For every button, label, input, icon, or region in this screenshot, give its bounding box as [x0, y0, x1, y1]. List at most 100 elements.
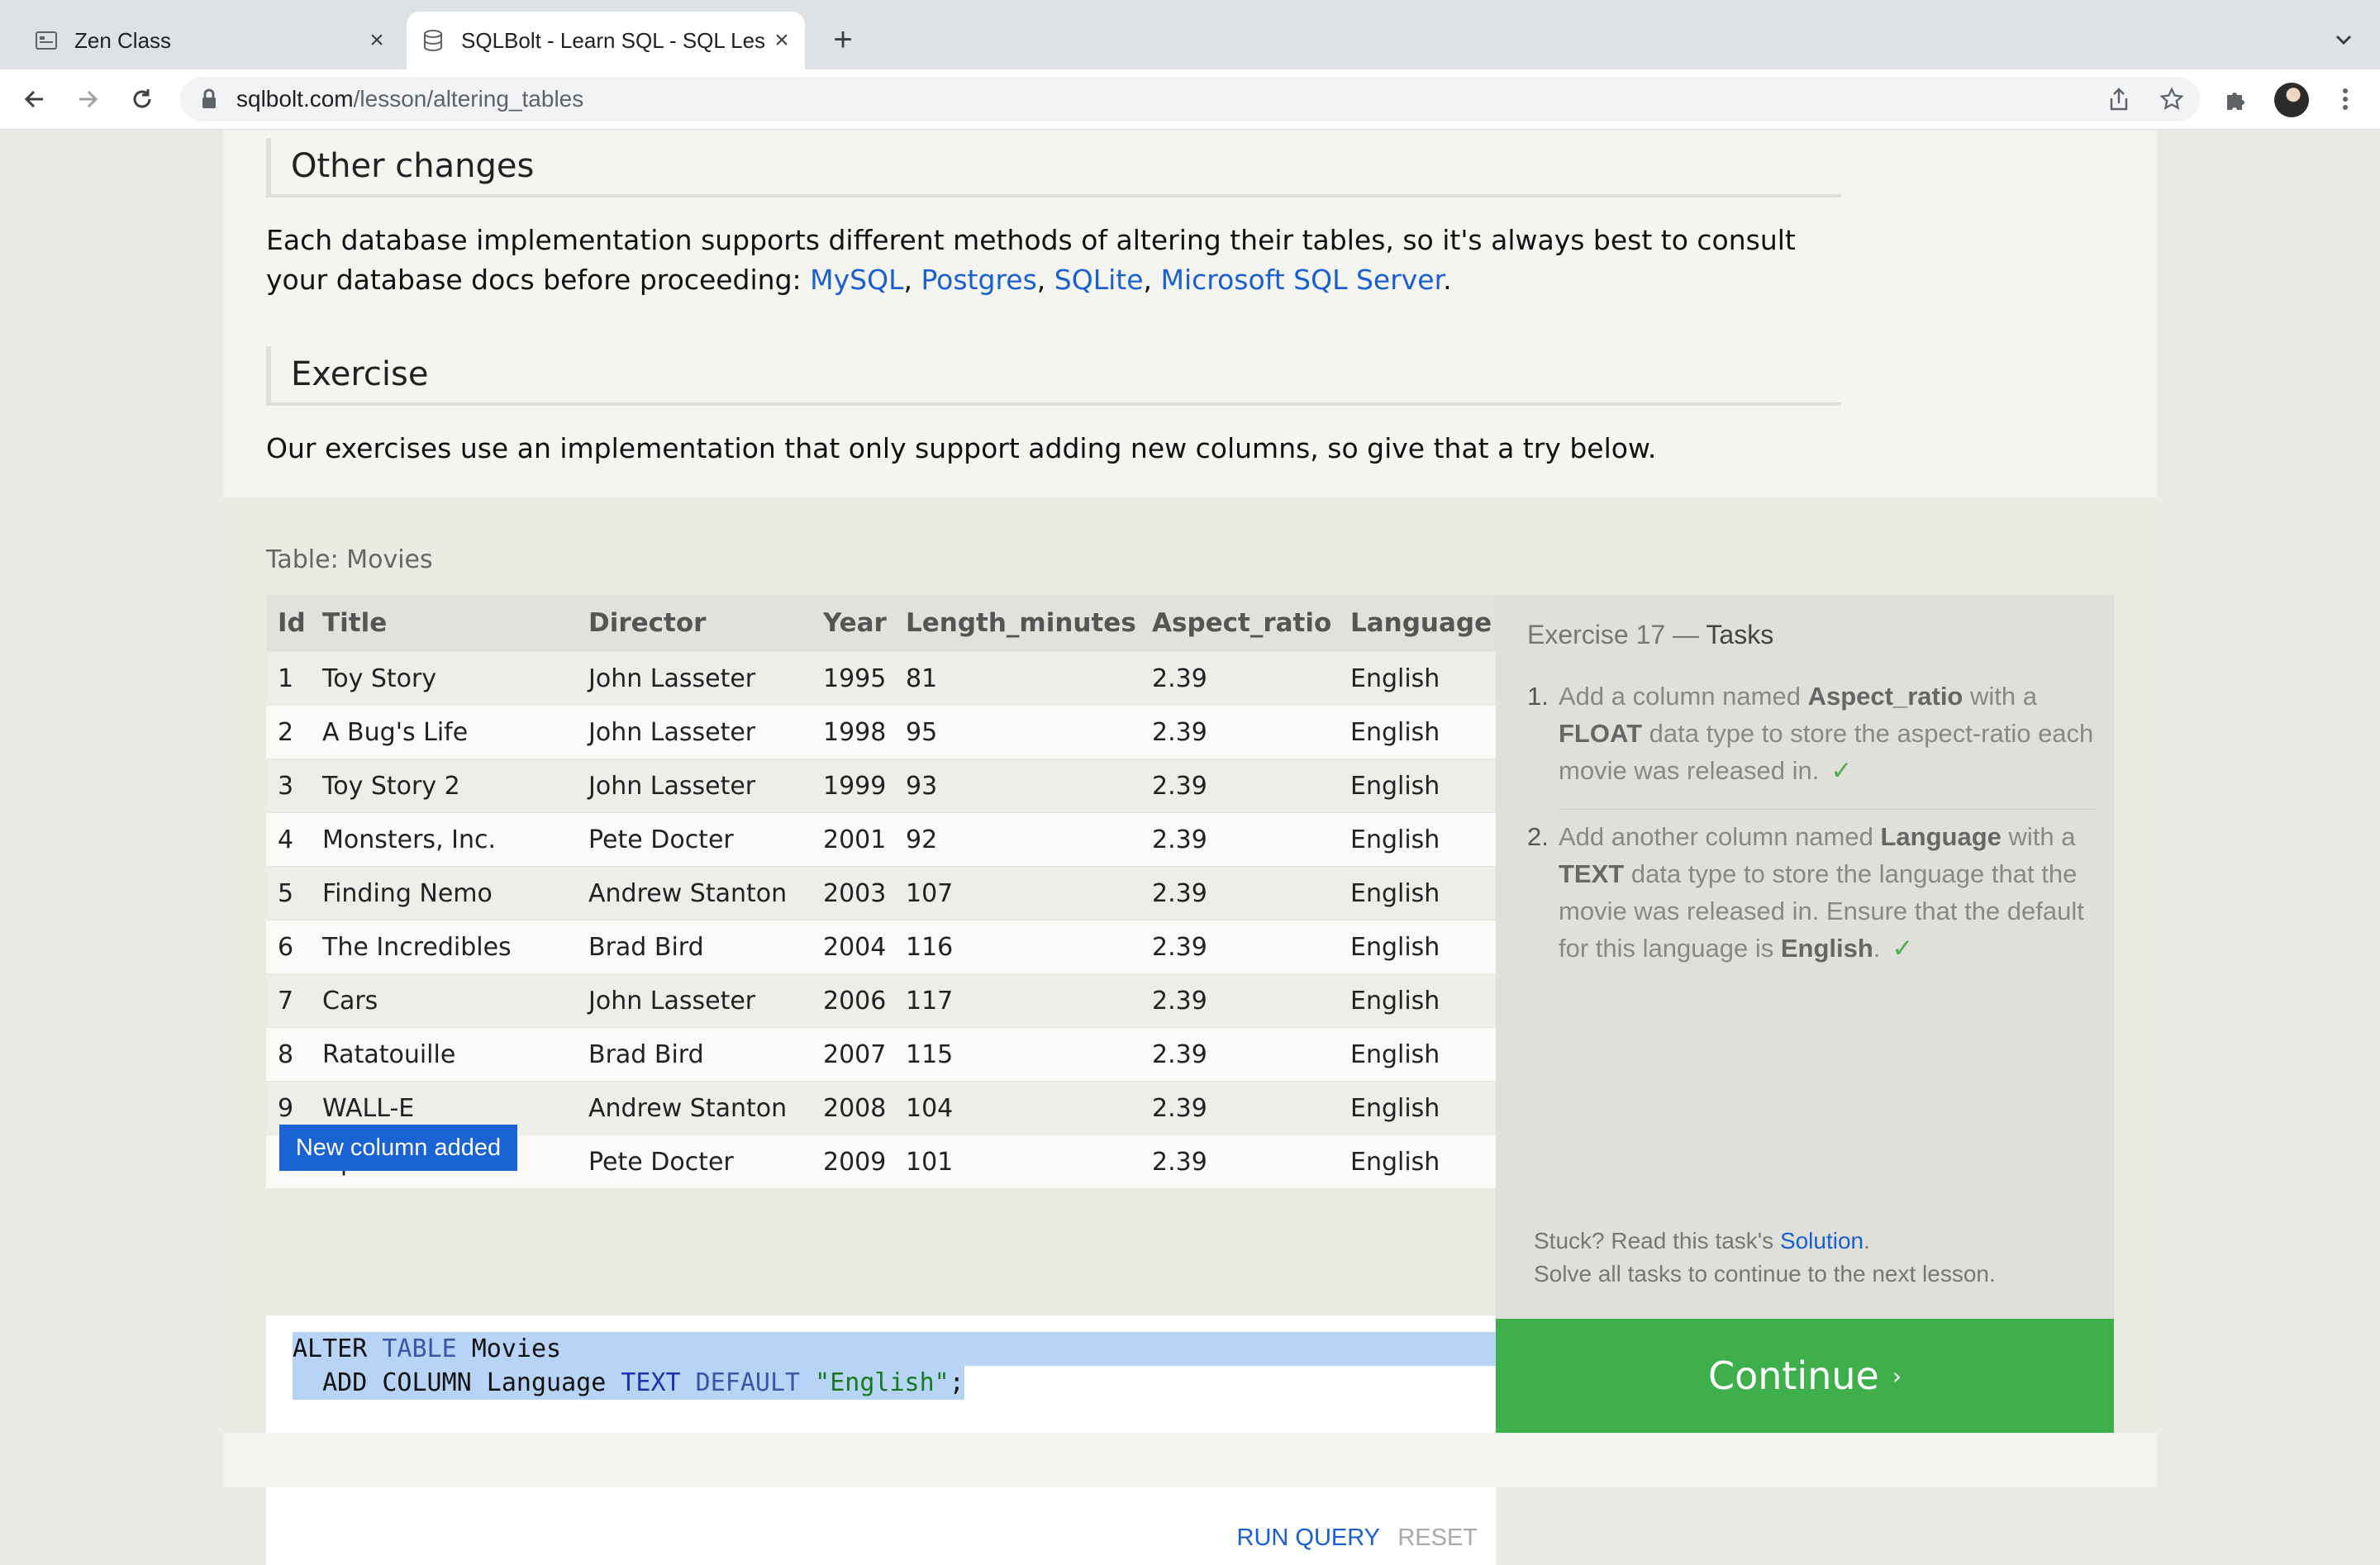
table-cell: English: [1339, 651, 1496, 706]
table-cell: 6: [266, 920, 311, 974]
table-cell: English: [1339, 1081, 1496, 1135]
postgres-link[interactable]: Postgres: [921, 264, 1036, 296]
table-cell: Pete Docter: [577, 812, 812, 867]
bookmark-star-icon[interactable]: [2155, 83, 2188, 116]
reset-button[interactable]: RESET: [1397, 1525, 1478, 1552]
zen-class-favicon-icon: [33, 27, 60, 54]
page-viewport: Other changes Each database implementati…: [0, 130, 2380, 1565]
table-cell: English: [1339, 920, 1496, 974]
database-favicon-icon: [420, 27, 446, 54]
exercise-area: Table: Movies Id Title Director Year Len…: [223, 497, 2157, 1565]
table-cell: John Lasseter: [577, 651, 812, 706]
movies-table: Id Title Director Year Length_minutes As…: [266, 595, 1496, 1188]
table-cell: 115: [894, 1027, 1140, 1082]
column-header: Title: [311, 595, 577, 652]
table-cell: English: [1339, 1027, 1496, 1082]
table-cell: 2.39: [1140, 759, 1339, 813]
table-cell: Andrew Stanton: [577, 1081, 812, 1135]
table-cell: 1995: [812, 651, 894, 706]
table-cell: 95: [894, 705, 1140, 759]
other-changes-paragraph: Each database implementation supports di…: [266, 224, 1796, 296]
column-header: Director: [577, 595, 812, 652]
table-cell: 2.39: [1140, 705, 1339, 759]
table-cell: 2.39: [1140, 920, 1339, 974]
tab-title: SQLBolt - Learn SQL - SQL Les: [461, 27, 766, 53]
checkmark-icon: ✓: [1830, 756, 1853, 785]
table-cell: 2003: [812, 866, 894, 920]
table-cell: Andrew Stanton: [577, 866, 812, 920]
table-header-row: Id Title Director Year Length_minutes As…: [266, 595, 1496, 652]
table-cell: English: [1339, 1135, 1496, 1188]
extensions-puzzle-icon[interactable]: [2220, 83, 2253, 116]
table-cell: John Lasseter: [577, 973, 812, 1028]
solution-link[interactable]: Solution: [1780, 1228, 1864, 1253]
other-changes-heading: Other changes: [266, 138, 1841, 197]
table-cell: 2.39: [1140, 973, 1339, 1028]
table-cell: English: [1339, 812, 1496, 867]
share-icon[interactable]: [2102, 83, 2135, 116]
column-header: Length_minutes: [894, 595, 1140, 652]
sqlite-link[interactable]: SQLite: [1054, 264, 1144, 296]
back-arrow-icon[interactable]: [18, 83, 51, 116]
table-cell: 2006: [812, 973, 894, 1028]
new-column-tooltip: New column added: [279, 1125, 517, 1171]
table-cell: Ratatouille: [311, 1027, 577, 1082]
table-row: 5 Finding Nemo Andrew Stanton 2003 107 2.39 En…: [266, 866, 1496, 920]
table-cell: 4: [266, 812, 311, 867]
table-cell: 2.39: [1140, 651, 1339, 706]
more-menu-icon[interactable]: [2329, 83, 2362, 116]
column-header: Language: [1339, 595, 1496, 652]
close-tab-icon[interactable]: ×: [767, 26, 797, 55]
table-cell: 117: [894, 973, 1140, 1028]
table-cell: Brad Bird: [577, 1027, 812, 1082]
chevron-right-icon: ›: [1892, 1362, 1902, 1390]
solve-all-text: Solve all tasks to continue to the next …: [1534, 1261, 1996, 1287]
tab-sqlbolt[interactable]: SQLBolt - Learn SQL - SQL Les ×: [407, 12, 805, 69]
table-cell: Brad Bird: [577, 920, 812, 974]
tab-zen-class[interactable]: Zen Class ×: [20, 12, 400, 69]
table-cell: Toy Story 2: [311, 759, 577, 813]
table-cell: John Lasseter: [577, 705, 812, 759]
table-row: 4 Monsters, Inc. Pete Docter 2001 92 2.39 Engl…: [266, 812, 1496, 867]
table-cell: 116: [894, 920, 1140, 974]
close-tab-icon[interactable]: ×: [362, 26, 392, 55]
table-cell: 101: [894, 1135, 1140, 1188]
continue-button[interactable]: Continue ›: [1496, 1319, 2114, 1433]
table-cell: 2.39: [1140, 812, 1339, 867]
run-query-button[interactable]: RUN QUERY: [1237, 1525, 1381, 1552]
table-cell: 2004: [812, 920, 894, 974]
forward-arrow-icon[interactable]: [71, 83, 104, 116]
table-cell: 2007: [812, 1027, 894, 1082]
table-cell: Finding Nemo: [311, 866, 577, 920]
task-item-1: 1. Add a column named Aspect_ratio with …: [1527, 682, 2094, 785]
exercise-paragraph: Our exercises use an implementation that…: [266, 432, 1657, 464]
new-tab-icon[interactable]: +: [826, 23, 859, 56]
table-cell: 2: [266, 705, 311, 759]
mysql-link[interactable]: MySQL: [810, 264, 903, 296]
table-cell: 104: [894, 1081, 1140, 1135]
table-cell: Pete Docter: [577, 1135, 812, 1188]
browser-tabstrip: Zen Class × SQLBolt - Learn SQL - SQL Le…: [0, 0, 2380, 69]
column-header: Aspect_ratio: [1140, 595, 1339, 652]
table-cell: 2.39: [1140, 1027, 1339, 1082]
table-cell: 92: [894, 812, 1140, 867]
table-cell: 93: [894, 759, 1140, 813]
reload-icon[interactable]: [126, 83, 159, 116]
address-bar[interactable]: sqlbolt.com/lesson/altering_tables: [180, 77, 2200, 121]
table-cell: 107: [894, 866, 1140, 920]
stuck-text: Stuck? Read this task's Solution.: [1534, 1228, 1870, 1253]
table-caption: Table: Movies: [266, 545, 433, 574]
table-cell: 3: [266, 759, 311, 813]
table-row: 8 Ratatouille Brad Bird 2007 115 2.39 English: [266, 1027, 1496, 1082]
tab-search-chevron-icon[interactable]: [2327, 23, 2360, 56]
table-cell: 2.39: [1140, 1135, 1339, 1188]
lesson-content: Other changes Each database implementati…: [223, 130, 2157, 497]
profile-avatar[interactable]: [2274, 83, 2309, 117]
mssql-link[interactable]: Microsoft SQL Server: [1160, 264, 1443, 296]
table-row: 2A Bug's Life John Lasseter 1998 95 2.39 Engl…: [266, 705, 1496, 759]
exercise-heading: Exercise: [266, 346, 1841, 406]
table-cell: 2008: [812, 1081, 894, 1135]
lock-icon[interactable]: [197, 88, 221, 110]
table-cell: The Incredibles: [311, 920, 577, 974]
sql-code[interactable]: ALTER TABLE Movies ADD COLUMN Language T…: [293, 1332, 1496, 1400]
